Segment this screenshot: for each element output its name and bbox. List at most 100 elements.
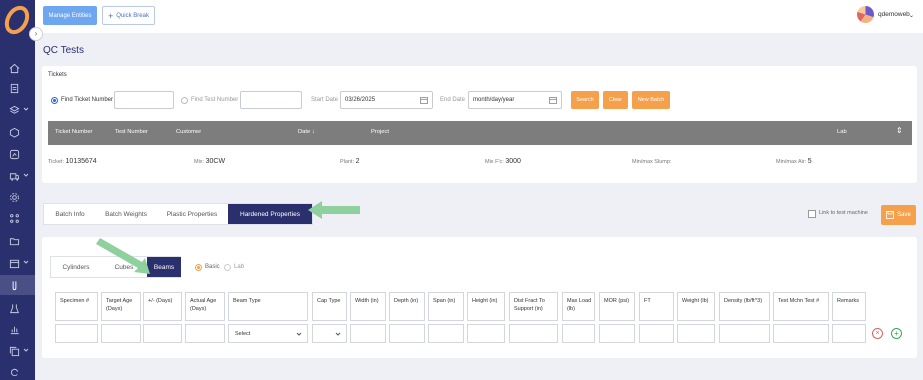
save-button[interactable]: Save <box>881 205 916 225</box>
search-button[interactable]: Search <box>571 91 599 109</box>
actual-age-input[interactable] <box>185 324 225 343</box>
username[interactable]: qdemoweb <box>878 11 910 18</box>
mix-fc-value: 3000 <box>505 158 521 165</box>
network-icon[interactable] <box>0 208 35 228</box>
col-specimen: Specimen # <box>55 292 98 321</box>
find-ticket-label: Find Ticket Number <box>61 97 114 103</box>
air-value: 5 <box>807 158 812 165</box>
layers-icon[interactable] <box>0 100 35 120</box>
air-field: Min/max Air: 5 <box>776 158 812 165</box>
remarks-input[interactable] <box>832 324 866 343</box>
bar-chart-icon[interactable] <box>0 319 35 339</box>
col-density: Density (lb/ft^3) <box>719 292 770 321</box>
weight-input[interactable] <box>677 324 715 343</box>
basic-radio[interactable] <box>195 264 202 271</box>
col-date[interactable]: Date ↓ <box>298 129 315 135</box>
calendar-icon[interactable] <box>420 96 428 104</box>
start-date-input[interactable]: 03/26/2025 <box>340 91 433 109</box>
width-input[interactable] <box>350 324 386 343</box>
col-weight: Weight (lb) <box>677 292 715 321</box>
folder-icon[interactable] <box>0 231 35 251</box>
quick-break-label: Quick Break <box>116 12 149 19</box>
truck-icon[interactable] <box>0 166 35 186</box>
sidebar-collapse-button[interactable]: › <box>29 27 43 41</box>
mix-fc-field: Mix F'c: 3000 <box>485 158 521 165</box>
col-test-number[interactable]: Test Number <box>115 129 148 135</box>
target-age-input[interactable] <box>101 324 141 343</box>
col-cap-type: Cap Type <box>312 292 347 321</box>
tab-batch-weights[interactable]: Batch Weights <box>96 204 156 224</box>
tab-plastic-properties[interactable]: Plastic Properties <box>156 204 228 224</box>
lab-radio[interactable] <box>224 264 231 271</box>
col-mor: MOR (psi) <box>599 292 635 321</box>
remove-row-icon[interactable]: × <box>872 328 883 339</box>
test-mchn-input[interactable] <box>773 324 829 343</box>
end-date-input[interactable]: month/day/year <box>468 91 562 109</box>
start-date-value: 03/26/2025 <box>345 97 376 103</box>
depth-input[interactable] <box>389 324 425 343</box>
col-project[interactable]: Project <box>371 129 389 135</box>
air-prefix: Min/max Air: <box>776 159 807 165</box>
avatar[interactable] <box>857 6 874 23</box>
find-test-label: Find Test Number <box>191 97 239 103</box>
topbar: Manage Entities + Quick Break qdemoweb ⌄ <box>35 0 923 33</box>
calendar-icon[interactable] <box>0 253 35 273</box>
arrow-down-right-icon <box>96 238 150 274</box>
link-machine-checkbox[interactable] <box>808 210 816 218</box>
col-actual-age: Actual Age (Days) <box>185 292 225 321</box>
ticket-number-input[interactable] <box>114 91 174 109</box>
calendar-icon[interactable] <box>549 96 557 104</box>
start-date-label: Start Date <box>311 97 339 103</box>
sort-icon[interactable]: ⇕ <box>896 126 903 135</box>
add-row-icon[interactable]: + <box>891 328 902 339</box>
ticket-field[interactable]: Ticket: 10135674 <box>48 158 97 165</box>
settings-icon[interactable] <box>0 187 35 207</box>
refresh-icon[interactable] <box>0 362 35 380</box>
col-beam-type: Beam Type <box>228 292 308 321</box>
mor-input[interactable] <box>599 324 635 343</box>
col-customer[interactable]: Customer <box>176 129 201 135</box>
mix-value: 30CW <box>205 158 226 165</box>
ft-input[interactable] <box>639 324 674 343</box>
col-width: Width (in) <box>350 292 386 321</box>
col-remarks: Remarks <box>832 292 866 321</box>
chart-box-icon[interactable] <box>0 144 35 164</box>
col-ft: FT <box>639 292 674 321</box>
slump-prefix: Min/max Slump: <box>632 159 672 165</box>
tab-batch-info[interactable]: Batch Info <box>44 204 96 224</box>
find-test-radio[interactable] <box>181 97 188 104</box>
col-plus-minus: +/- (Days) <box>143 292 182 321</box>
col-lab[interactable]: Lab <box>837 129 847 135</box>
test-number-input[interactable] <box>240 91 302 109</box>
beams-card: Cylinders Cubes Beams Basic Lab Specimen… <box>42 237 917 358</box>
page-title: QC Tests <box>43 45 84 56</box>
manage-entities-button[interactable]: Manage Entities <box>43 6 97 25</box>
cap-type-select[interactable] <box>312 324 347 343</box>
cube-icon[interactable] <box>0 122 35 142</box>
beaker-icon[interactable] <box>0 298 35 318</box>
beam-type-select[interactable]: Select <box>228 324 308 343</box>
col-ticket-number[interactable]: Ticket Number <box>55 129 92 135</box>
tickets-label: Tickets <box>48 72 67 78</box>
subtab-beams[interactable]: Beams <box>147 257 181 277</box>
chevron-down-icon[interactable]: ⌄ <box>909 12 914 19</box>
find-ticket-radio[interactable] <box>51 97 58 104</box>
clear-button[interactable]: Clear <box>603 91 628 109</box>
document-icon[interactable] <box>0 78 35 98</box>
height-input[interactable] <box>467 324 505 343</box>
quick-break-button[interactable]: + Quick Break <box>102 6 155 25</box>
test-tube-icon[interactable] <box>0 275 35 295</box>
span-input[interactable] <box>428 324 464 343</box>
ticket-prefix: Ticket: <box>48 159 64 165</box>
tickets-card: Tickets Find Ticket Number Find Test Num… <box>42 66 917 183</box>
copy-icon[interactable] <box>0 341 35 361</box>
specimen-input[interactable] <box>55 324 98 343</box>
dist-fract-input[interactable] <box>509 324 558 343</box>
density-input[interactable] <box>719 324 770 343</box>
lab-label: Lab <box>234 264 245 270</box>
plus-minus-input[interactable] <box>143 324 182 343</box>
home-icon[interactable] <box>0 58 35 78</box>
max-load-input[interactable] <box>562 324 595 343</box>
new-batch-button[interactable]: New Batch <box>632 91 670 109</box>
tab-hardened-properties[interactable]: Hardened Properties <box>228 204 312 224</box>
